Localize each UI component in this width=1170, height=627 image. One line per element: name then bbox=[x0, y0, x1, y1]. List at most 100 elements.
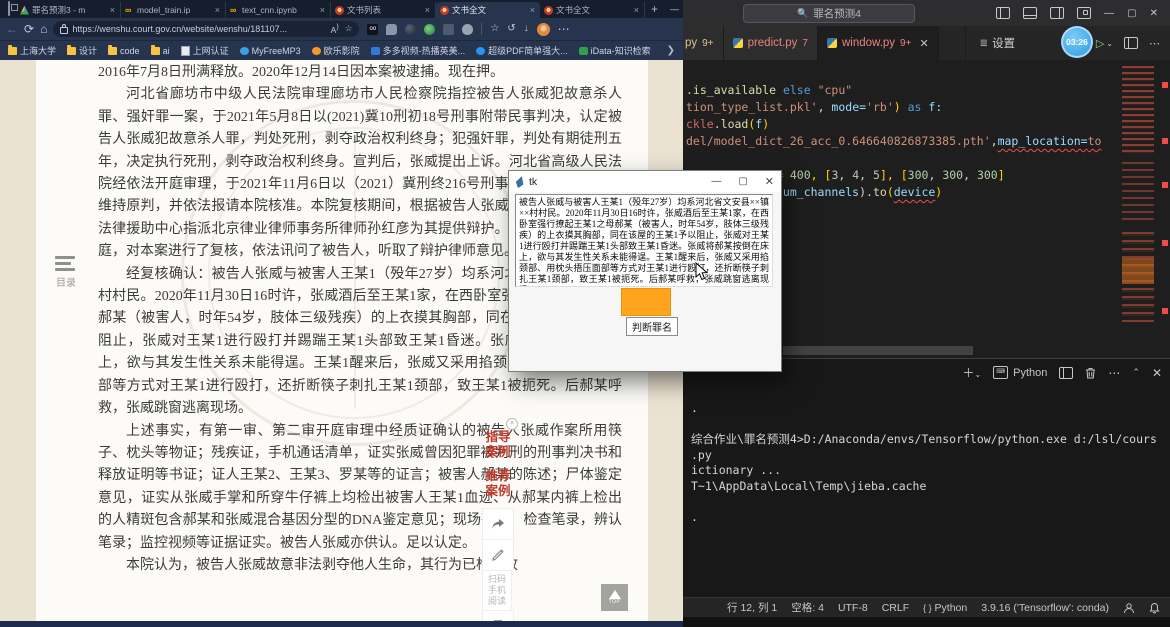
tab-close-icon[interactable]: × bbox=[424, 5, 431, 15]
horizontal-scrollbar[interactable] bbox=[783, 346, 973, 355]
error-mark bbox=[1162, 240, 1168, 246]
extension-github-icon[interactable] bbox=[462, 24, 473, 35]
rail-close-icon[interactable]: × bbox=[506, 418, 518, 430]
python-interpreter[interactable]: 3.9.16 ('Tensorflow': conda) bbox=[981, 602, 1109, 614]
tab-predict-py[interactable]: predict.py7 bbox=[724, 26, 818, 60]
maximize-icon[interactable]: ▢ bbox=[1127, 8, 1136, 19]
eol[interactable]: CRLF bbox=[882, 602, 909, 614]
new-terminal-icon[interactable]: ＋⌄ bbox=[962, 364, 981, 381]
browser-tab[interactable]: 文书全文× bbox=[436, 2, 540, 18]
terminal-profile[interactable]: ⌨ Python bbox=[993, 366, 1047, 379]
case-text-input[interactable]: 被告人张威与被害人王某1（殁年27岁）均系河北省文安县××镇××村村民。2020… bbox=[515, 194, 773, 287]
maximize-icon[interactable]: ▢ bbox=[738, 176, 747, 187]
bookmark-item[interactable]: iData-知识检索 bbox=[579, 44, 651, 57]
bookmark-item[interactable]: 欧乐影院 bbox=[312, 44, 360, 57]
document-paragraph: 上述事实，有第一审、第二审开庭审理中经质证确认的被告人张威作案所用筷子、枕头等物… bbox=[98, 421, 622, 555]
split-editor-icon[interactable] bbox=[1124, 37, 1138, 49]
run-python-button[interactable]: ▷⌄ bbox=[1096, 37, 1113, 50]
collections-star-icon[interactable]: ☆ bbox=[490, 23, 499, 35]
notifications-bell-icon[interactable] bbox=[1149, 602, 1160, 614]
edit-button[interactable] bbox=[482, 539, 514, 570]
history-icon[interactable]: ↺ bbox=[507, 23, 515, 35]
browser-tab[interactable]: 罪名预测3 - m× bbox=[16, 2, 121, 18]
toggle-panel-icon[interactable] bbox=[1023, 7, 1037, 19]
browser-tab[interactable]: model_train.ip× bbox=[121, 2, 226, 18]
terminal-panel[interactable]: ＋⌄ ⌨ Python ⋯ ⌃ ✕ . 综合作业\罪名预测4>D:/Anacon… bbox=[683, 358, 1170, 598]
address-bar[interactable]: https://wenshu.court.gov.cn/website/wens… bbox=[53, 21, 359, 37]
toc-widget[interactable]: 目录 bbox=[49, 256, 83, 289]
tk-title-bar[interactable]: tk — ▢ ✕ bbox=[509, 171, 781, 192]
settings-more-icon[interactable]: ⋯ bbox=[558, 23, 570, 35]
back-to-top-button[interactable]: TOP bbox=[601, 584, 628, 611]
bookmark-item[interactable]: 多多视频-热播英美... bbox=[371, 44, 466, 57]
extension-sphere-icon[interactable] bbox=[405, 24, 416, 35]
profile-avatar[interactable] bbox=[537, 23, 550, 36]
tab-close-icon[interactable]: ✕ bbox=[919, 37, 928, 50]
more-actions-icon[interactable]: ⋯ bbox=[1149, 37, 1160, 50]
bookmark-item[interactable]: MyFreeMP3 bbox=[240, 46, 301, 56]
minimize-icon[interactable]: — bbox=[1104, 8, 1114, 19]
bookmark-label: 上海大学 bbox=[20, 44, 56, 57]
close-icon[interactable]: ✕ bbox=[765, 175, 774, 188]
toggle-secondary-sidebar-icon[interactable] bbox=[1050, 7, 1064, 19]
editor-tab-bar: py9+ predict.py7 window.py9+ ✕ ≣ 设置 ▷⌄ ⋯ bbox=[683, 26, 1170, 60]
minimap[interactable] bbox=[1122, 62, 1158, 352]
kill-terminal-trash-icon[interactable] bbox=[1085, 367, 1096, 379]
maximize-panel-icon[interactable]: ⌃ bbox=[1132, 367, 1140, 378]
close-icon[interactable]: ✕ bbox=[1150, 8, 1158, 19]
tab-close-icon[interactable]: × bbox=[633, 5, 640, 15]
browser-tab[interactable]: 文书全文× bbox=[540, 2, 645, 18]
encoding[interactable]: UTF-8 bbox=[838, 602, 868, 614]
guide-case-link[interactable]: 指导 案例 bbox=[482, 430, 514, 460]
command-center-search[interactable]: 🔍 罪名预测4 bbox=[743, 4, 915, 23]
tab-settings[interactable]: ≣ 设置 bbox=[965, 26, 1029, 60]
bookmarks-overflow-icon[interactable]: ❯ bbox=[667, 45, 675, 56]
favorite-star-icon[interactable]: ☆ bbox=[345, 23, 353, 35]
bookmark-item[interactable]: ai bbox=[151, 46, 170, 56]
feedback-icon[interactable] bbox=[1123, 602, 1135, 614]
extension-doc-icon[interactable] bbox=[443, 24, 454, 35]
tab-clipped-py[interactable]: py9+ bbox=[683, 26, 724, 60]
refresh-icon[interactable]: ⟳ bbox=[24, 23, 34, 35]
downloads-icon[interactable]: ↓ bbox=[524, 23, 529, 35]
minimize-icon[interactable]: — bbox=[670, 4, 679, 14]
indentation[interactable]: 空格: 4 bbox=[791, 600, 824, 615]
recommend-case-link[interactable]: 推荐 案例 bbox=[482, 469, 514, 499]
tab-search-icon[interactable] bbox=[8, 1, 10, 16]
tab-window-py[interactable]: window.py9+ ✕ bbox=[818, 26, 939, 60]
bookmark-item[interactable]: 设计 bbox=[67, 44, 97, 57]
extension-chat-icon[interactable] bbox=[386, 24, 397, 35]
toggle-sidebar-icon[interactable] bbox=[996, 7, 1010, 19]
language-mode[interactable]: { } Python bbox=[923, 602, 967, 614]
tab-close-icon[interactable]: × bbox=[529, 5, 536, 15]
new-tab-button[interactable]: + bbox=[651, 2, 658, 16]
tab-close-icon[interactable]: × bbox=[319, 5, 326, 15]
customize-layout-icon[interactable] bbox=[1077, 7, 1091, 19]
browser-tab[interactable]: 文书列表× bbox=[331, 2, 436, 18]
share-button[interactable] bbox=[482, 508, 514, 539]
lock-icon bbox=[60, 27, 68, 34]
bookmark-item[interactable]: 上网认证 bbox=[181, 44, 229, 57]
back-icon[interactable]: ← bbox=[6, 23, 18, 35]
extension-oo-icon[interactable] bbox=[367, 24, 378, 35]
browser-tab[interactable]: text_cnn.ipynb× bbox=[226, 2, 331, 18]
scroll-top-button[interactable] bbox=[482, 610, 514, 621]
bookmark-item[interactable]: 上海大学 bbox=[8, 44, 56, 57]
tab-close-icon[interactable]: × bbox=[214, 5, 221, 15]
url-text[interactable]: https://wenshu.court.gov.cn/website/wens… bbox=[72, 24, 326, 34]
cursor-position[interactable]: 行 12, 列 1 bbox=[727, 600, 777, 615]
extension-globe-icon[interactable] bbox=[424, 24, 435, 35]
bookmark-item[interactable]: code bbox=[108, 46, 140, 56]
split-terminal-icon[interactable] bbox=[1059, 367, 1073, 379]
bookmark-item[interactable]: 超级PDF简单强大... bbox=[476, 44, 568, 57]
read-aloud-icon[interactable]: A) bbox=[331, 23, 339, 35]
recording-timer-badge[interactable]: 03:26 bbox=[1061, 26, 1093, 58]
terminal-more-icon[interactable]: ⋯ bbox=[1108, 366, 1120, 380]
minimize-icon[interactable]: — bbox=[711, 176, 721, 187]
bookmark-label: 欧乐影院 bbox=[324, 44, 360, 57]
tab-close-icon[interactable]: × bbox=[109, 5, 116, 15]
toc-icon bbox=[49, 256, 83, 271]
judge-crime-button[interactable] bbox=[621, 288, 671, 316]
close-panel-icon[interactable]: ✕ bbox=[1152, 366, 1162, 380]
home-icon[interactable]: ⌂ bbox=[40, 23, 47, 35]
